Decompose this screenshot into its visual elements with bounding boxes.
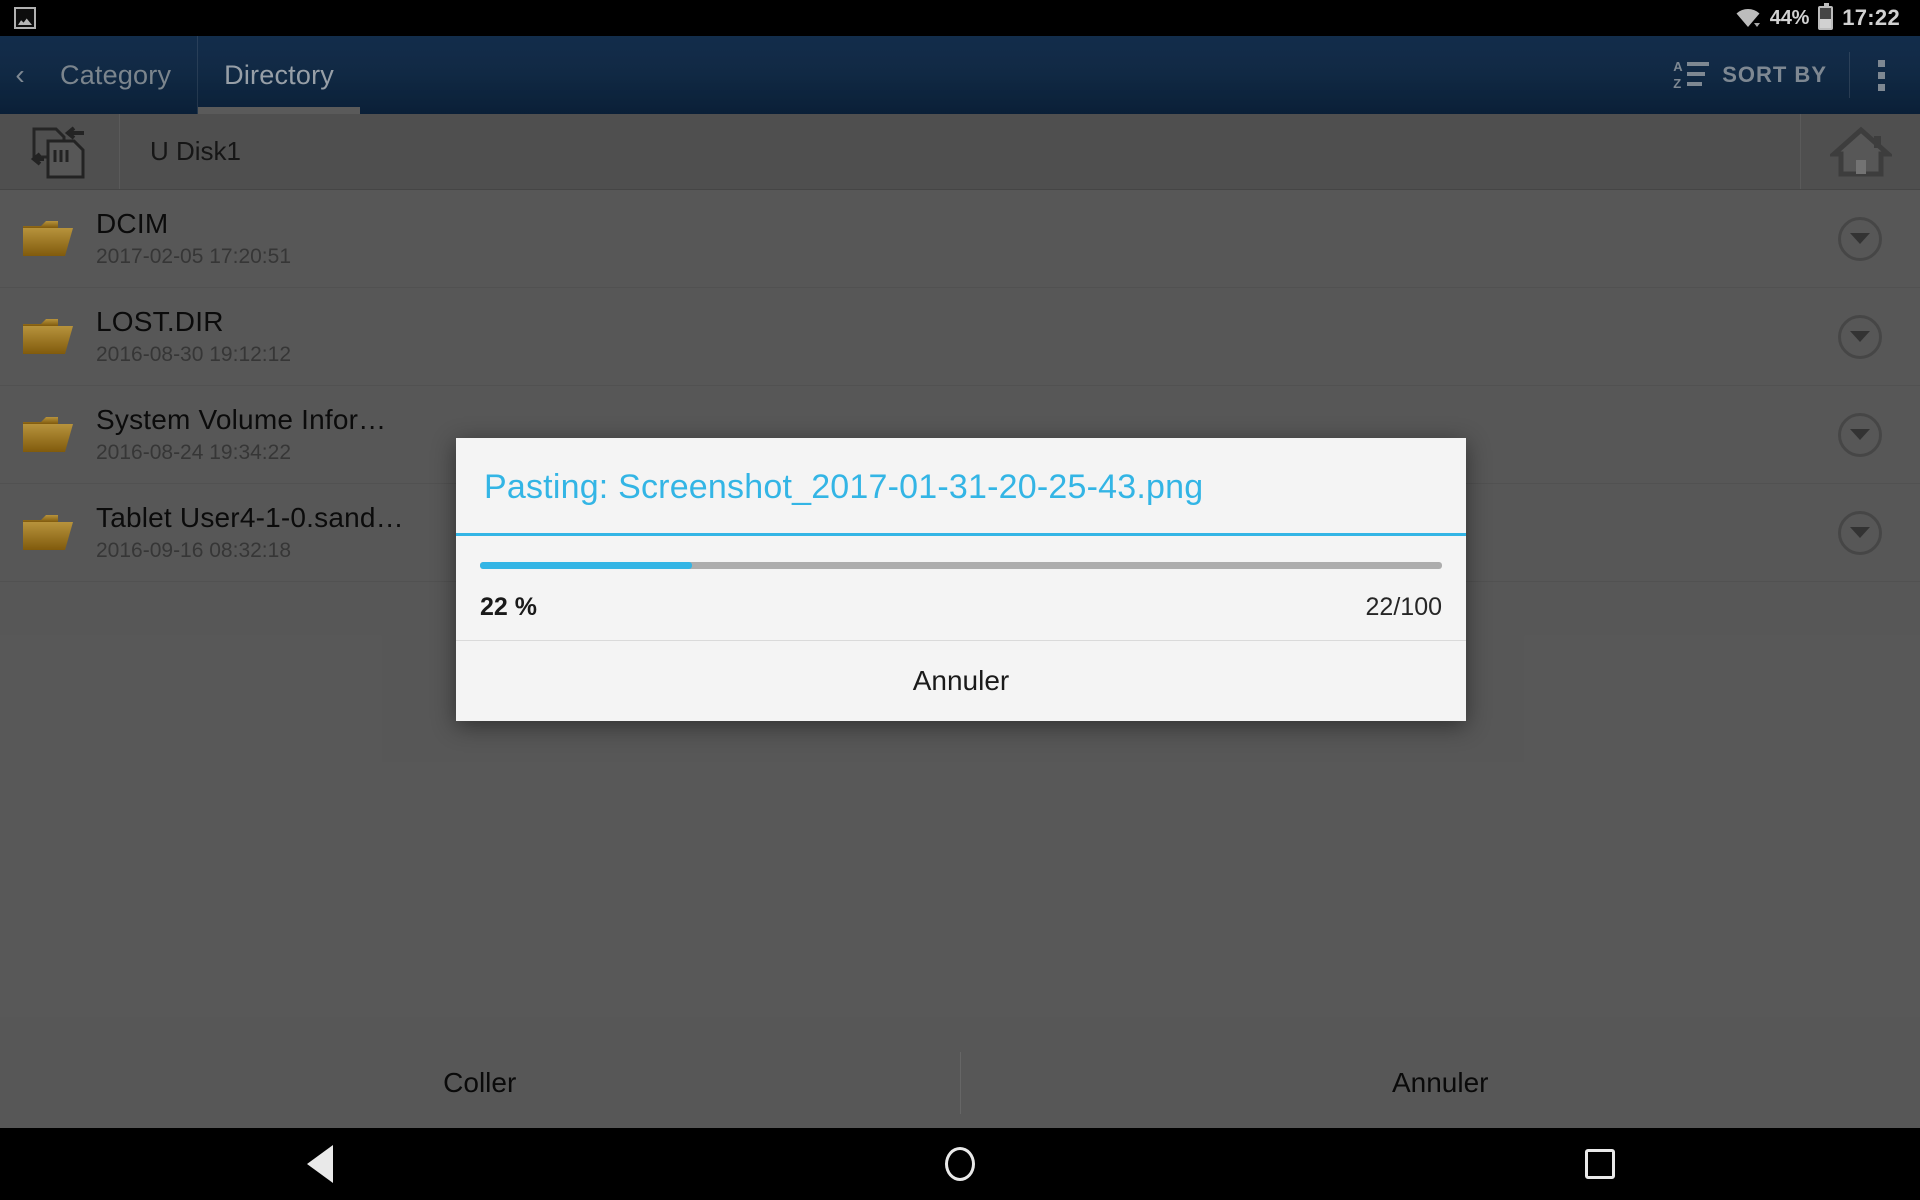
nav-back-triangle-icon[interactable] <box>245 1145 395 1183</box>
dialog-title: Pasting: Screenshot_2017-01-31-20-25-43.… <box>484 468 1204 506</box>
progress-count-label: 22/100 <box>1365 593 1442 621</box>
dialog-body: 22 % 22/100 <box>456 536 1466 640</box>
device-screen: 44% 17:22 ‹ Category Directory A Z SORT … <box>0 0 1920 1200</box>
progress-percent-label: 22 % <box>480 593 537 621</box>
dialog-cancel-button[interactable]: Annuler <box>456 641 1466 721</box>
progress-bar <box>480 562 1442 569</box>
pasting-progress-dialog: Pasting: Screenshot_2017-01-31-20-25-43.… <box>456 438 1466 721</box>
nav-recents-square-icon[interactable] <box>1525 1149 1675 1179</box>
navigation-bar <box>0 1128 1920 1200</box>
progress-bar-fill <box>480 562 692 569</box>
progress-meta: 22 % 22/100 <box>480 593 1442 622</box>
nav-home-circle-icon[interactable] <box>885 1147 1035 1181</box>
